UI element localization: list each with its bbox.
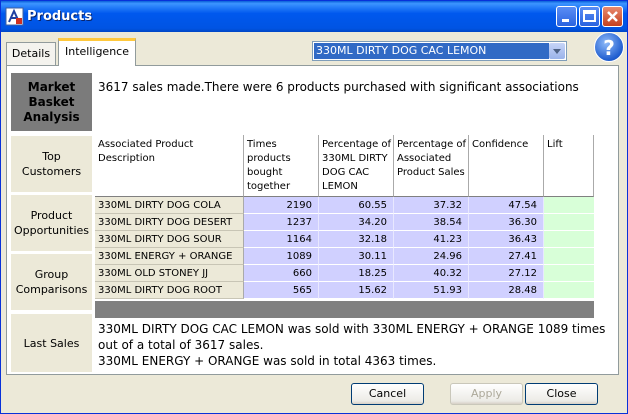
table-cell-value[interactable]: 1089 — [244, 248, 319, 265]
table-cell-product[interactable]: 330ML DIRTY DOG SOUR — [95, 231, 244, 248]
table-cell-value[interactable]: 660 — [244, 265, 319, 282]
maximize-icon — [583, 10, 596, 22]
table-cell-value[interactable]: 34.20 — [319, 214, 394, 231]
table-cell-product[interactable]: 330ML DIRTY DOG ROOT — [95, 282, 244, 299]
cancel-button[interactable]: Cancel — [351, 383, 424, 405]
table-cell-value[interactable]: 60.55 — [319, 197, 394, 214]
last-sales-text: 330ML DIRTY DOG CAC LEMON was sold with … — [98, 321, 608, 369]
table-cell-value[interactable]: 565 — [244, 282, 319, 299]
table-cell-product[interactable]: 330ML DIRTY DOG COLA — [95, 197, 244, 214]
table-cell-value[interactable]: 30.11 — [319, 248, 394, 265]
table-cell-value[interactable] — [544, 214, 594, 231]
tab-details[interactable]: Details — [6, 42, 56, 65]
table-cell-value[interactable]: 1164 — [244, 231, 319, 248]
sidebar-item-label: Market Basket Analysis — [23, 79, 80, 124]
table-cell-value[interactable]: 47.54 — [469, 197, 544, 214]
maximize-button[interactable] — [579, 6, 600, 27]
column-header-lift[interactable]: Lift — [544, 135, 594, 197]
sidebar-item-last-sales[interactable]: Last Sales — [11, 314, 92, 372]
column-header-description[interactable]: Associated Product Description — [95, 135, 244, 197]
window-title: Products — [27, 9, 93, 24]
last-sales-line-1: 330ML DIRTY DOG CAC LEMON was sold with … — [98, 322, 606, 336]
sidebar-item-label: Product Opportunities — [13, 209, 90, 237]
table-cell-value[interactable] — [544, 197, 594, 214]
sidebar-item-label: Last Sales — [23, 336, 80, 350]
table-cell-value[interactable]: 32.18 — [319, 231, 394, 248]
table-cell-value[interactable]: 37.32 — [394, 197, 469, 214]
close-window-button[interactable] — [602, 6, 623, 27]
table-cell-value[interactable]: 36.30 — [469, 214, 544, 231]
table-cell-product[interactable]: 330ML ENERGY + ORANGE — [95, 248, 244, 265]
summary-text: 3617 sales made.There were 6 products pu… — [98, 80, 579, 94]
table-footer-bar — [95, 301, 594, 318]
table-cell-value[interactable]: 28.48 — [469, 282, 544, 299]
sidebar-item-market-basket-analysis[interactable]: Market Basket Analysis — [11, 73, 92, 131]
product-select[interactable]: 330ML DIRTY DOG CAC LEMON — [312, 41, 567, 61]
sidebar-item-label: Group Comparisons — [15, 268, 88, 296]
app-icon — [5, 7, 24, 26]
tab-intelligence[interactable]: Intelligence — [58, 38, 136, 66]
table-cell-value[interactable] — [544, 248, 594, 265]
sidebar-item-product-opportunities[interactable]: Product Opportunities — [11, 195, 92, 251]
table-cell-value[interactable] — [544, 265, 594, 282]
table-cell-value[interactable]: 38.54 — [394, 214, 469, 231]
table-cell-value[interactable]: 1237 — [244, 214, 319, 231]
help-button[interactable]: ? — [594, 32, 624, 62]
close-icon — [607, 11, 618, 22]
close-button[interactable]: Close — [525, 383, 598, 405]
table-cell-value[interactable]: 2190 — [244, 197, 319, 214]
sidebar-item-group-comparisons[interactable]: Group Comparisons — [11, 254, 92, 310]
table-cell-value[interactable]: 27.12 — [469, 265, 544, 282]
table-cell-value[interactable]: 36.43 — [469, 231, 544, 248]
table-cell-product[interactable]: 330ML OLD STONEY JJ — [95, 265, 244, 282]
tab-intelligence-label: Intelligence — [64, 45, 129, 58]
minimize-icon — [562, 19, 569, 22]
minimize-button[interactable] — [556, 6, 577, 27]
table-cell-value[interactable]: 18.25 — [319, 265, 394, 282]
chevron-down-icon[interactable] — [549, 43, 565, 59]
column-header-percent-selected[interactable]: Percentage of 330ML DIRTY DOG CAC LEMON — [319, 135, 394, 197]
apply-button[interactable]: Apply — [450, 383, 523, 405]
table-cell-product[interactable]: 330ML DIRTY DOG DESERT — [95, 214, 244, 231]
sidebar-item-label: Top Customers — [21, 150, 82, 178]
table-cell-value[interactable]: 27.41 — [469, 248, 544, 265]
table-cell-value[interactable]: 51.93 — [394, 282, 469, 299]
association-table: Associated Product Description Times pro… — [95, 135, 594, 301]
column-header-percent-associated[interactable]: Percentage of Associated Product Sales — [394, 135, 469, 197]
sidebar-item-top-customers[interactable]: Top Customers — [11, 136, 92, 192]
product-select-value: 330ML DIRTY DOG CAC LEMON — [314, 43, 549, 59]
column-header-times[interactable]: Times products bought together — [244, 135, 319, 197]
tab-details-label: Details — [11, 47, 51, 60]
table-cell-value[interactable]: 15.62 — [319, 282, 394, 299]
table-cell-value[interactable]: 40.32 — [394, 265, 469, 282]
table-cell-value[interactable] — [544, 231, 594, 248]
table-cell-value[interactable] — [544, 282, 594, 299]
last-sales-line-3: 330ML ENERGY + ORANGE was sold in total … — [98, 354, 437, 368]
table-cell-value[interactable]: 24.96 — [394, 248, 469, 265]
table-cell-value[interactable]: 41.23 — [394, 231, 469, 248]
title-bar[interactable]: Products — [1, 1, 627, 32]
column-header-confidence[interactable]: Confidence — [469, 135, 544, 197]
last-sales-line-2: out of a total of 3617 sales. — [98, 338, 264, 352]
